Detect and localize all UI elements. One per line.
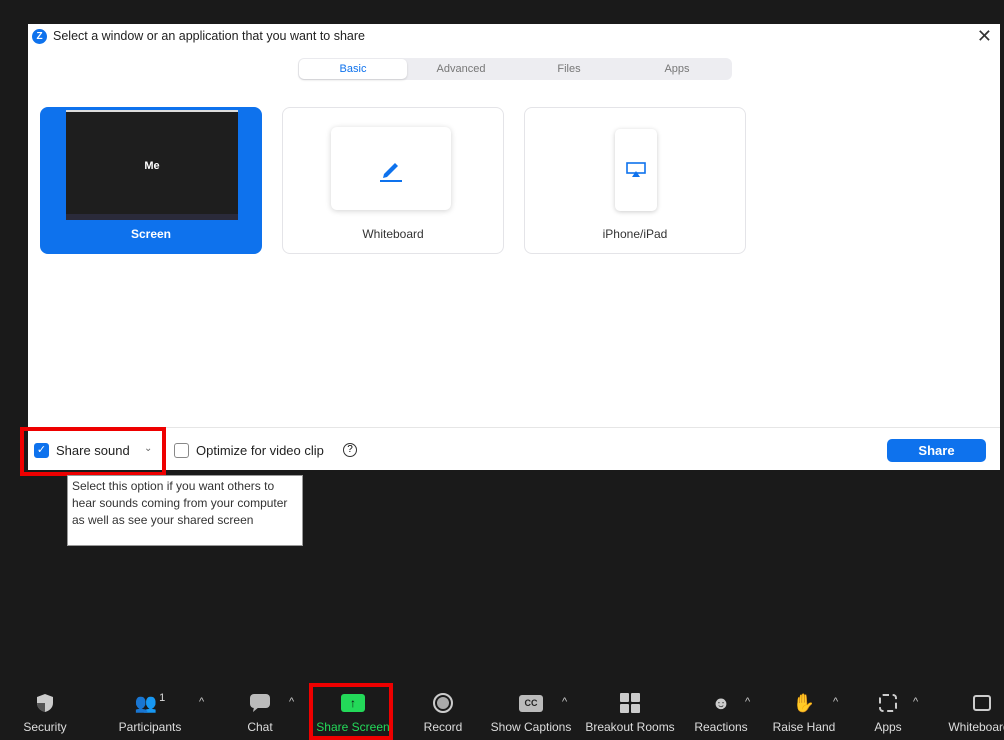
iphone-ipad-label: iPhone/iPad [602,227,668,241]
cc-icon: CC [519,694,543,712]
reactions-caret-icon[interactable]: ^ [745,696,750,708]
apps-caret-icon[interactable]: ^ [913,696,918,708]
tab-files[interactable]: Files [515,59,623,79]
chat-button[interactable]: Chat [240,688,280,734]
breakout-rooms-button[interactable]: Breakout Rooms [585,688,675,734]
record-label: Record [423,720,463,734]
raise-hand-button[interactable]: ✋ Raise Hand [772,688,836,735]
participants-icon: 👥 [134,692,158,713]
apps-button[interactable]: Apps [868,688,908,734]
reactions-icon: ☻ [711,692,731,713]
whiteboard-icon [973,695,991,711]
show-captions-button[interactable]: CC Show Captions [490,688,572,734]
participants-caret-icon[interactable]: ^ [199,696,204,708]
show-captions-label: Show Captions [490,720,572,734]
screen-card[interactable]: Me Screen [40,107,262,254]
chat-icon [250,694,270,712]
whiteboards-label: Whiteboards [948,720,1004,734]
shield-icon [37,694,53,712]
participants-button[interactable]: 👥 1 Participants [115,688,185,734]
zoom-logo-icon: Z [32,28,47,44]
participants-label: Participants [118,720,182,734]
pen-icon [380,162,402,182]
dialog-footer: ✓ Share sound ⌄ Optimize for video clip … [28,427,1000,470]
whiteboard-label: Whiteboard [362,227,424,241]
reactions-label: Reactions [694,720,748,734]
highlight-share-sound [20,427,166,476]
breakout-rooms-label: Breakout Rooms [585,720,675,734]
tab-advanced[interactable]: Advanced [407,59,515,79]
tab-apps[interactable]: Apps [623,59,731,79]
thumbnail-text: Me [144,160,160,172]
airplay-icon [626,162,646,177]
raise-hand-icon: ✋ [792,692,816,713]
screen-thumbnail: Me [66,110,238,220]
optimize-video-label[interactable]: Optimize for video clip [196,443,324,458]
record-icon [433,693,453,713]
raise-hand-label: Raise Hand [772,720,836,734]
apps-label: Apps [874,720,902,734]
participants-count: 1 [159,692,166,704]
meeting-toolbar: Security 👥 1 Participants ^ Chat ^ ↑ Share … [0,683,1004,740]
captions-caret-icon[interactable]: ^ [562,696,567,708]
optimize-video-checkbox[interactable] [174,443,189,458]
iphone-ipad-card[interactable]: iPhone/iPad [524,107,746,254]
title-bar: Z Select a window or an application that… [28,24,1000,48]
apps-icon [879,694,897,712]
tab-bar: Basic Advanced Files Apps [298,58,732,80]
chat-label: Chat [247,720,273,734]
security-label: Security [23,720,67,734]
whiteboards-button[interactable]: Whiteboards [944,688,1004,734]
record-button[interactable]: Record [418,688,468,734]
reactions-button[interactable]: ☻ Reactions [692,688,750,735]
chat-caret-icon[interactable]: ^ [289,696,294,708]
share-screen-dialog: Z Select a window or an application that… [28,24,1000,470]
screen-label: Screen [130,227,172,241]
help-icon[interactable]: ? [343,443,357,457]
share-button[interactable]: Share [887,439,986,462]
close-icon[interactable]: ✕ [977,26,992,47]
dialog-title: Select a window or an application that y… [53,29,365,43]
highlight-share-screen [309,683,393,740]
tab-basic[interactable]: Basic [299,59,407,79]
security-button[interactable]: Security [15,688,75,734]
whiteboard-card[interactable]: Whiteboard [282,107,504,254]
tooltip: Select this option if you want others to… [67,475,303,546]
raise-hand-caret-icon[interactable]: ^ [833,696,838,708]
breakout-rooms-icon [620,693,640,713]
